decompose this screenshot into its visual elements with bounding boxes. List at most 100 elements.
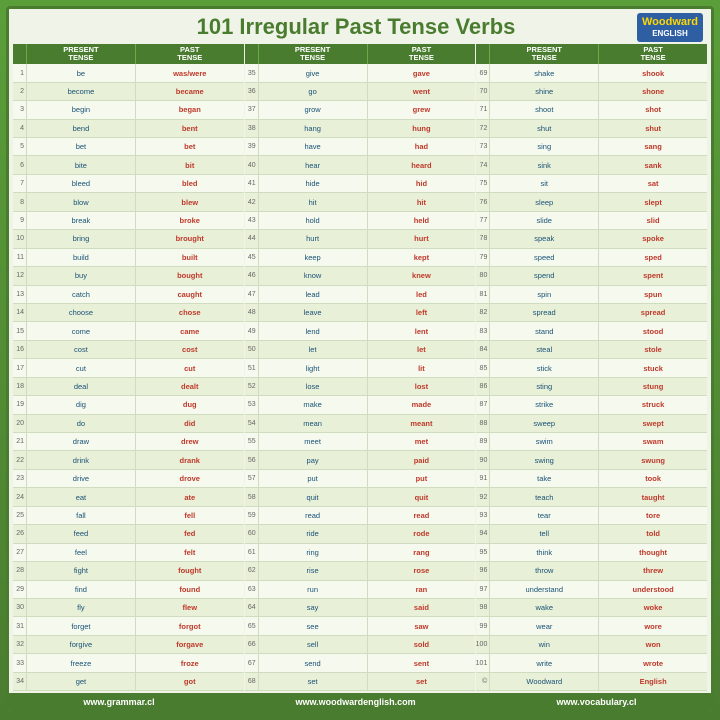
row-number: 84 [476, 341, 490, 358]
present-tense: slide [490, 212, 599, 229]
present-tense: shut [490, 120, 599, 137]
table-row: 101writewrote [476, 654, 707, 672]
row-number: 50 [245, 341, 259, 358]
col1-header: PRESENTTENSE PASTTENSE [13, 44, 244, 65]
past-tense: slid [599, 212, 707, 229]
row-number: 34 [13, 673, 27, 690]
present-tense: mean [259, 415, 368, 432]
present-tense: put [259, 470, 368, 487]
table-row: 92teachtaught [476, 488, 707, 506]
past-tense: lost [368, 378, 476, 395]
present-tense: shoot [490, 101, 599, 118]
col3-past-header: PASTTENSE [599, 44, 707, 65]
past-tense: knew [368, 267, 476, 284]
table-row: 11buildbuilt [13, 249, 244, 267]
past-tense: wrote [599, 654, 707, 671]
past-tense: left [368, 304, 476, 321]
present-tense: go [259, 83, 368, 100]
table-row: 31forgetforgot [13, 617, 244, 635]
table-row: 58quitquit [245, 488, 476, 506]
row-number: 20 [13, 415, 27, 432]
footer-link-1[interactable]: www.grammar.cl [83, 697, 154, 707]
present-tense: ride [259, 525, 368, 542]
table-row: 100winwon [476, 636, 707, 654]
present-tense: catch [27, 286, 136, 303]
present-tense: have [259, 138, 368, 155]
past-tense: taught [599, 488, 707, 505]
past-tense: hit [368, 193, 476, 210]
present-tense: hang [259, 120, 368, 137]
present-tense: strike [490, 396, 599, 413]
present-tense: stand [490, 322, 599, 339]
row-number: 6 [13, 156, 27, 173]
row-number: 69 [476, 64, 490, 81]
past-tense: quit [368, 488, 476, 505]
row-number: 3 [13, 101, 27, 118]
table-row: 12buybought [13, 267, 244, 285]
row-number: 54 [245, 415, 259, 432]
table-row: 45keepkept [245, 249, 476, 267]
table-row: 6bitebit [13, 156, 244, 174]
row-number: 46 [245, 267, 259, 284]
row-number: 60 [245, 525, 259, 542]
past-tense: shot [599, 101, 707, 118]
past-tense: struck [599, 396, 707, 413]
table-row: 77slideslid [476, 212, 707, 230]
row-number: 100 [476, 636, 490, 653]
table-row: 48leaveleft [245, 304, 476, 322]
past-tense: tore [599, 507, 707, 524]
past-tense: sank [599, 156, 707, 173]
past-tense: woke [599, 599, 707, 616]
row-number: 98 [476, 599, 490, 616]
past-tense: held [368, 212, 476, 229]
row-number: 14 [13, 304, 27, 321]
row-number: 61 [245, 544, 259, 561]
past-tense: bent [136, 120, 244, 137]
present-tense: fall [27, 507, 136, 524]
footer-link-2[interactable]: www.woodwardenglish.com [295, 697, 415, 707]
row-number: 10 [13, 230, 27, 247]
past-tense: sent [368, 654, 476, 671]
past-tense: made [368, 396, 476, 413]
present-tense: throw [490, 562, 599, 579]
row-number: 62 [245, 562, 259, 579]
past-tense: forgave [136, 636, 244, 653]
present-tense: quit [259, 488, 368, 505]
table-row: 21drawdrew [13, 433, 244, 451]
table-row: 72shutshut [476, 120, 707, 138]
present-tense: lend [259, 322, 368, 339]
footer-link-3[interactable]: www.vocabulary.cl [557, 697, 637, 707]
past-tense: drank [136, 451, 244, 468]
present-tense: understand [490, 581, 599, 598]
row-number: 25 [13, 507, 27, 524]
past-tense: paid [368, 451, 476, 468]
row-number: 18 [13, 378, 27, 395]
table-row: 98wakewoke [476, 599, 707, 617]
table-row: 42hithit [245, 193, 476, 211]
row-number: 22 [13, 451, 27, 468]
row-number: 35 [245, 64, 259, 81]
row-number: 95 [476, 544, 490, 561]
past-tense: went [368, 83, 476, 100]
table-row: 70shineshone [476, 83, 707, 101]
present-tense: bet [27, 138, 136, 155]
table-row: 81spinspun [476, 286, 707, 304]
table-row: 68setset [245, 673, 476, 691]
table-row: 57putput [245, 470, 476, 488]
table-row: 84stealstole [476, 341, 707, 359]
table-row: 46knowknew [245, 267, 476, 285]
row-number: 82 [476, 304, 490, 321]
row-number: 75 [476, 175, 490, 192]
past-tense: swept [599, 415, 707, 432]
present-tense: hurt [259, 230, 368, 247]
row-number: 5 [13, 138, 27, 155]
table-row: 69shakeshook [476, 64, 707, 82]
past-tense: said [368, 599, 476, 616]
present-tense: leave [259, 304, 368, 321]
table-row: 1bewas/were [13, 64, 244, 82]
row-number: 71 [476, 101, 490, 118]
table-row: 60riderode [245, 525, 476, 543]
past-tense: flew [136, 599, 244, 616]
row-number: 97 [476, 581, 490, 598]
present-tense: bite [27, 156, 136, 173]
